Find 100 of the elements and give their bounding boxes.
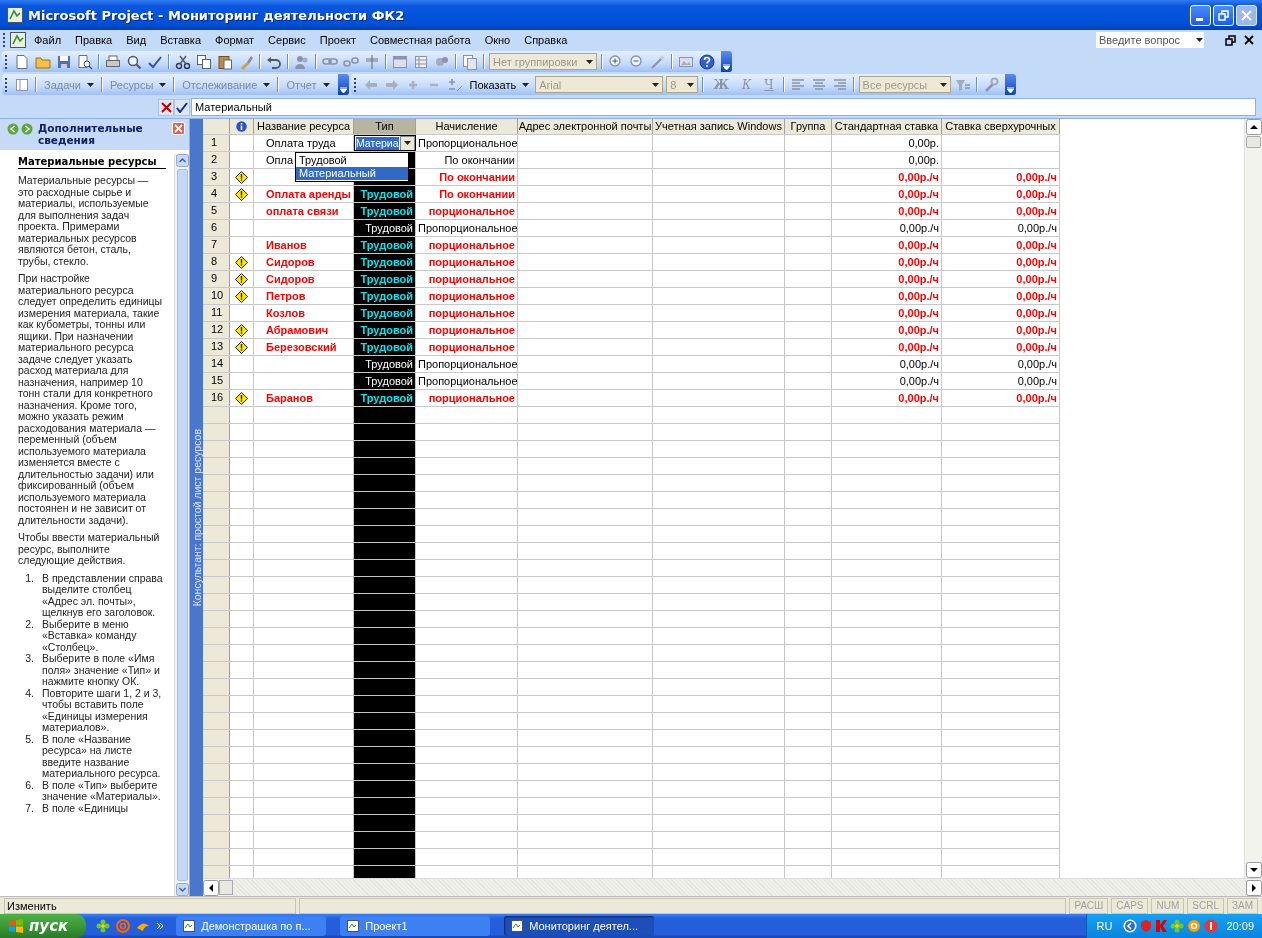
minimize-icon [1195, 17, 1203, 21]
toolbar-grip[interactable] [5, 53, 8, 70]
table-cell: 0,00р./ч [942, 390, 1060, 406]
letter-k-icon[interactable] [1155, 919, 1168, 933]
restore-icon[interactable] [1225, 34, 1236, 46]
menu-item[interactable]: Окно [478, 33, 517, 47]
help-search-field[interactable]: Введите вопрос [1095, 31, 1205, 49]
window-title: Microsoft Project - Мониторинг деятельности ФК2 [28, 7, 406, 23]
forward-button-icon[interactable] [21, 123, 33, 135]
toolbar-grip[interactable] [3, 32, 6, 48]
flower-icon[interactable] [1170, 919, 1185, 933]
toolbar-options-button[interactable] [721, 51, 732, 72]
cancel-button[interactable] [158, 98, 174, 116]
round-badge-icon[interactable] [1204, 919, 1219, 933]
scroll-thumb[interactable] [1246, 136, 1261, 148]
table-cell: 0,00р. [832, 135, 942, 151]
pane-close-button[interactable] [172, 122, 185, 135]
printer-icon[interactable] [105, 53, 121, 70]
align-left-icon[interactable] [789, 76, 806, 93]
split-bar-icon[interactable] [364, 53, 380, 70]
row-number: 8 [203, 254, 230, 270]
toolbar-grip[interactable] [5, 76, 8, 93]
restore-button[interactable] [1213, 4, 1234, 26]
table-cell: Трудовой [354, 220, 416, 236]
view-name: Консультант: простой лист ресурсов [190, 428, 203, 606]
table-cell: 0,00р./ч [832, 237, 942, 253]
help-paragraph: При настройке материального ресурса следует определить единицы измерения материала, такие как кубометры, тонны или ящики. При назначении материального ресурса задаче следует указать расход материала для назначения, например 10 тонн стали для конкретного назначения. Кроме того, можно указать режим расходования материала — переменный (объем используемого материала изменяется вместе с длительностью задачи) или фиксированный (объем используемого материала постоянен и не зависит от длительности задачи). [18, 273, 164, 526]
sheet-icon[interactable] [14, 76, 30, 93]
menu-item[interactable]: Формат [209, 33, 261, 47]
align-right-icon[interactable] [831, 76, 848, 93]
window-icon[interactable] [392, 53, 408, 70]
close-button[interactable] [1236, 4, 1257, 26]
scroll-thumb[interactable] [219, 880, 233, 895]
close-icon[interactable] [1244, 35, 1254, 45]
status-text: Изменить [4, 897, 296, 914]
menu-item[interactable]: Правка [69, 33, 119, 47]
pages-icon[interactable] [462, 53, 478, 70]
table-cell: Трудовой [354, 373, 416, 389]
table-cell: порциональное [416, 203, 518, 219]
step-text: В поле «Тип» выберите значение «Материалы». [42, 779, 162, 803]
menu-item[interactable]: Файл [28, 33, 68, 47]
column-header[interactable]: Название ресурса [254, 119, 354, 134]
toolbar-grip[interactable] [353, 76, 357, 93]
shield-icon[interactable] [1140, 919, 1153, 933]
table-cell: порциональное [416, 339, 518, 355]
vertical-scrollbar[interactable] [1244, 119, 1262, 878]
column-header[interactable]: Стандартная ставка [832, 119, 942, 134]
type-cell-editor[interactable]: Материа [354, 135, 416, 151]
help-icon[interactable] [699, 53, 715, 70]
entry-field[interactable]: Материальный [191, 98, 1256, 116]
menu-item[interactable]: Сервис [262, 33, 312, 47]
dropdown-option[interactable]: Материальный [296, 167, 408, 180]
toolbar-options-button[interactable] [1004, 74, 1016, 95]
column-header[interactable]: Группа [785, 119, 832, 134]
pane-scrollbar[interactable] [174, 154, 189, 896]
taskbar-button[interactable]: Демонстрашка по п... [176, 916, 327, 936]
menu-item[interactable]: Справка [518, 33, 574, 47]
indicator-header[interactable] [230, 119, 254, 134]
grid-icon[interactable] [413, 53, 429, 70]
wand-icon[interactable] [650, 53, 666, 70]
toolbar-options-button[interactable] [337, 74, 349, 95]
menu-item[interactable]: Совместная работа [364, 33, 477, 47]
people-icon[interactable] [294, 53, 310, 70]
column-header[interactable]: Ставка сверхурочных [942, 119, 1060, 134]
dropdown-button[interactable] [400, 136, 415, 150]
page-magnifier-icon[interactable] [77, 53, 93, 70]
table-cell: 0,00р./ч [942, 373, 1060, 389]
taskbar-button[interactable]: Мониторинг деятел... [504, 916, 655, 936]
clipboard-icon[interactable] [217, 53, 233, 70]
column-header[interactable]: Начисление [416, 119, 518, 134]
align-center-icon[interactable] [810, 76, 827, 93]
back-button-icon[interactable] [7, 123, 19, 135]
zoom-out-icon[interactable] [629, 53, 645, 70]
column-header[interactable]: Учетная запись Windows [653, 119, 785, 134]
minimize-button[interactable] [1190, 4, 1211, 26]
confirm-button[interactable] [174, 98, 190, 116]
start-button[interactable]: пуск [0, 914, 87, 938]
zoom-in-icon[interactable] [608, 53, 624, 70]
caret-icon [86, 82, 94, 87]
taskbar-button[interactable]: Проект1 [340, 916, 491, 936]
corner-header [203, 119, 230, 134]
scissors-icon[interactable] [175, 53, 191, 70]
chevron-icon[interactable] [156, 922, 165, 930]
plus-minus-icon[interactable] [446, 76, 463, 93]
menu-item[interactable]: Проект [313, 33, 362, 47]
column-header[interactable]: Тип [354, 119, 416, 134]
at-sign-icon[interactable] [116, 919, 131, 933]
selected-text: Материа [356, 136, 399, 150]
menu-item[interactable]: Вставка [154, 33, 207, 47]
at-sign-icon[interactable] [1187, 919, 1202, 933]
scroll-thumb[interactable] [176, 169, 188, 881]
new-document-icon[interactable] [14, 53, 30, 70]
back-arrow-circle-icon[interactable] [1123, 919, 1138, 933]
copy-icon[interactable] [196, 53, 212, 70]
magnifier-icon[interactable] [126, 53, 142, 70]
menu-item[interactable]: Вид [120, 33, 153, 47]
column-header[interactable]: Адрес электронной почты [518, 119, 653, 134]
flower-icon[interactable] [96, 919, 111, 933]
status-indicator: SCRL [1187, 897, 1224, 914]
show-dropdown-button[interactable]: Показать [466, 75, 533, 94]
